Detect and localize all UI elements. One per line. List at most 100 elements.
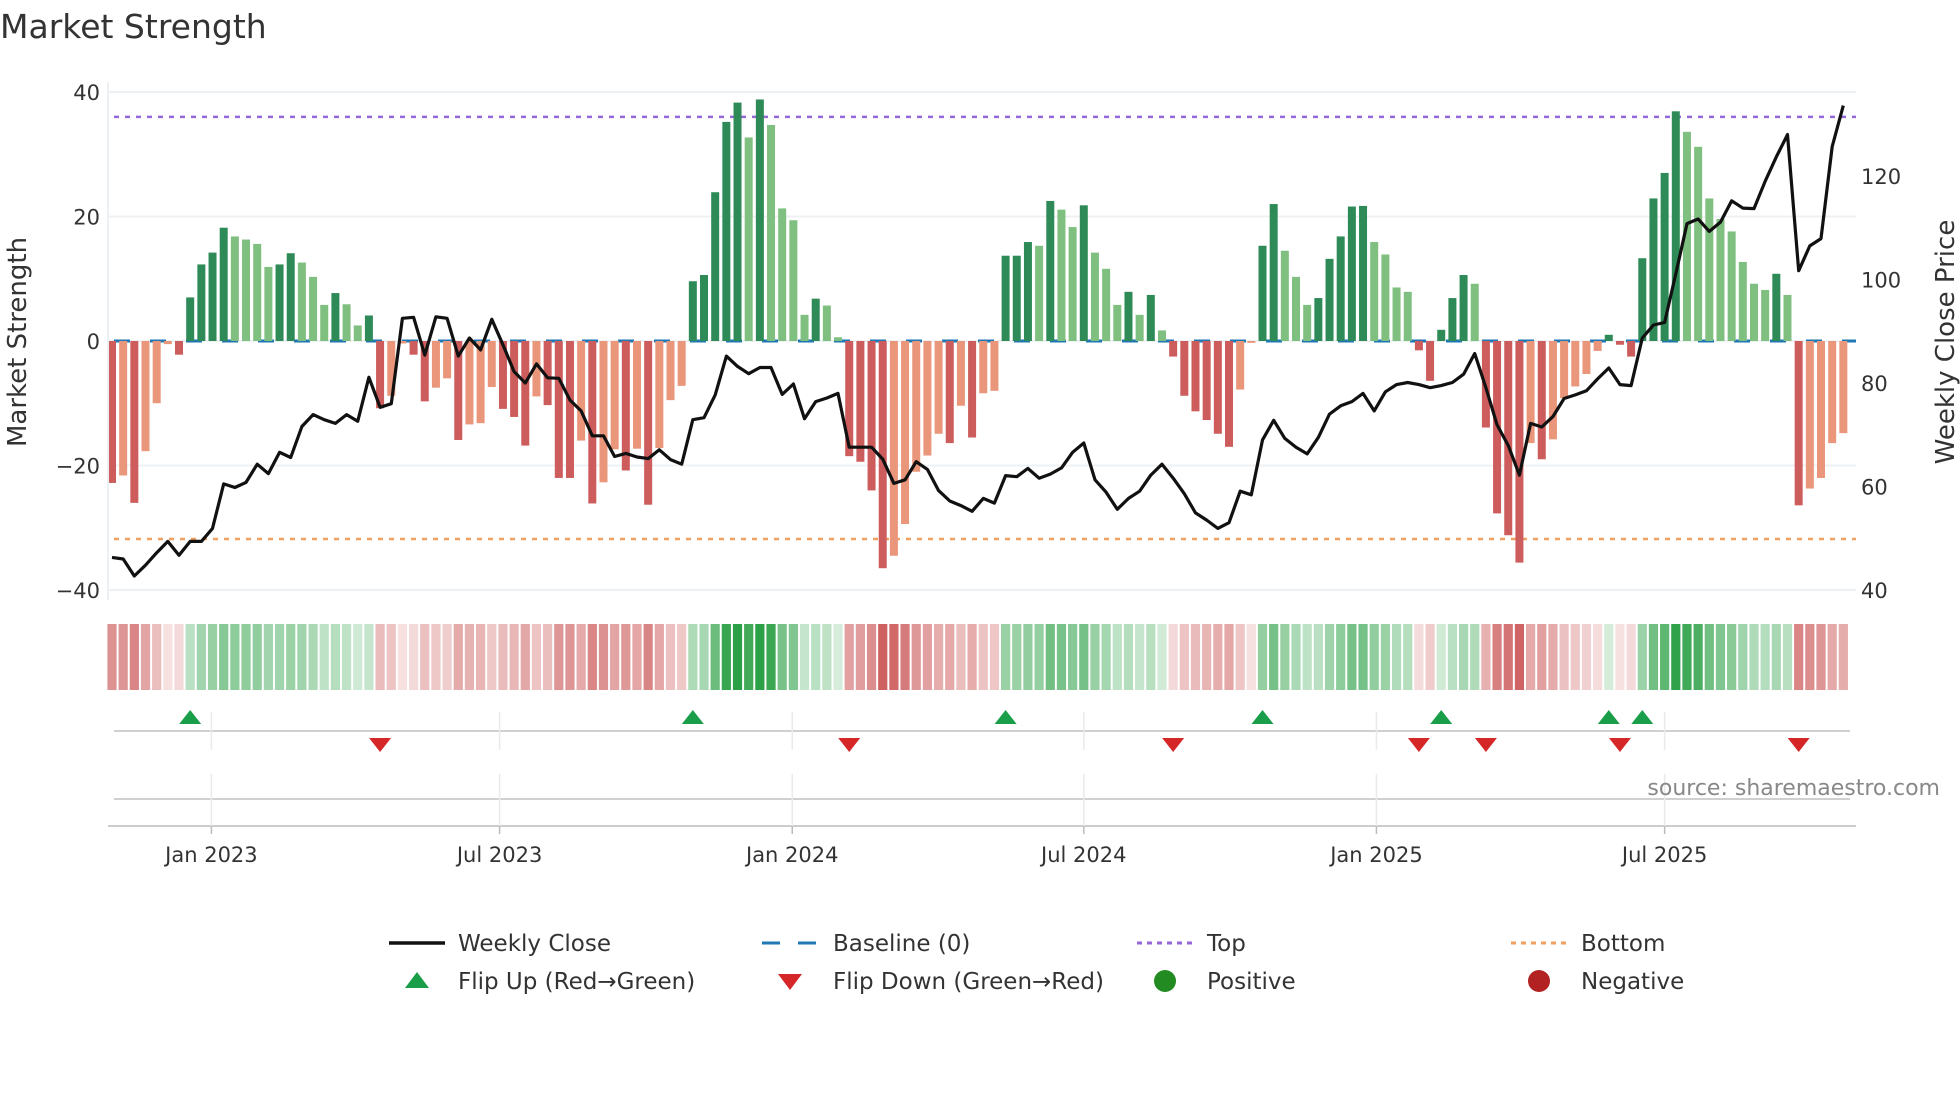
strength-bar xyxy=(1169,341,1178,357)
strip-cell xyxy=(1045,624,1055,690)
strip-cell xyxy=(777,624,787,690)
strip-cell xyxy=(710,624,720,690)
strength-bar xyxy=(364,315,373,341)
x-tick-label: Jul 2025 xyxy=(1620,843,1707,867)
strip-cell xyxy=(1001,624,1011,690)
strip-cell xyxy=(699,624,709,690)
strip-cell xyxy=(1369,624,1379,690)
circle-negative-icon xyxy=(1528,970,1550,992)
chart-title: Market Strength xyxy=(0,7,267,46)
y2-tick-label: 60 xyxy=(1861,476,1888,500)
strength-bar xyxy=(1090,252,1099,341)
strength-bar xyxy=(923,341,932,456)
strip-cell xyxy=(576,624,586,690)
strip-cell xyxy=(397,624,408,690)
strength-bar xyxy=(1392,287,1401,341)
strength-bar xyxy=(744,137,753,341)
strength-bar xyxy=(755,99,764,341)
strip-cell xyxy=(1157,624,1167,690)
strength-bar xyxy=(1102,268,1111,341)
strip-cell xyxy=(967,624,977,690)
strip-cell xyxy=(319,624,329,690)
strength-bar xyxy=(945,341,954,444)
strength-bar xyxy=(1157,330,1166,341)
strip-cell xyxy=(945,624,955,690)
y-tick-label: 20 xyxy=(73,206,100,230)
strength-bar xyxy=(119,341,128,476)
strip-cell xyxy=(487,624,497,690)
strength-bar xyxy=(588,341,597,504)
strength-bar xyxy=(1694,146,1703,341)
y-tick-label: −20 xyxy=(56,455,100,479)
strength-bar xyxy=(1794,341,1803,506)
strip-cell xyxy=(1213,624,1223,690)
strip-cell xyxy=(1660,624,1670,690)
strip-cell xyxy=(442,624,452,690)
strip-cell xyxy=(386,624,396,690)
strip-cell xyxy=(1224,624,1234,690)
strength-bar xyxy=(331,293,340,341)
strength-bar xyxy=(1716,218,1725,341)
strip-cell xyxy=(978,624,988,690)
strength-bar xyxy=(1772,273,1781,341)
strip-cell xyxy=(1715,624,1726,690)
strength-bar xyxy=(632,341,641,449)
strip-cell xyxy=(263,624,273,690)
strip-cell xyxy=(766,624,776,690)
strip-cell xyxy=(163,624,173,690)
strength-bar xyxy=(1057,209,1066,341)
strength-bar xyxy=(700,275,709,341)
strip-cell xyxy=(297,624,307,690)
strip-cell xyxy=(1637,624,1647,690)
flip-up-marker xyxy=(179,710,202,724)
strip-cell xyxy=(744,624,754,690)
strength-bar xyxy=(186,297,195,341)
strip-cell xyxy=(1514,624,1525,690)
strip-cell xyxy=(1425,624,1435,690)
strength-bar xyxy=(1817,341,1826,478)
strip-cell xyxy=(431,624,441,690)
strip-cell xyxy=(989,624,1000,690)
strip-cell xyxy=(1358,624,1368,690)
legend: Weekly Close Baseline (0) Top Bottom Flip Up… xyxy=(389,931,1684,995)
strip-cell xyxy=(1324,624,1335,690)
strip-cell xyxy=(665,624,676,690)
strength-bar xyxy=(834,337,843,341)
strength-bar xyxy=(1012,255,1021,341)
strength-bar xyxy=(1560,341,1569,399)
strength-bar xyxy=(1571,341,1580,387)
strip-cell xyxy=(598,624,609,690)
strip-cell xyxy=(330,624,340,690)
strip-cell xyxy=(1805,624,1815,690)
strength-bar xyxy=(1225,341,1233,447)
strength-bar xyxy=(1035,245,1044,341)
strip-cell xyxy=(1347,624,1357,690)
legend-label: Negative xyxy=(1581,969,1684,995)
strength-bar xyxy=(1638,258,1647,341)
legend-label: Bottom xyxy=(1581,931,1665,957)
strip-cell xyxy=(1391,624,1402,690)
strip-cell xyxy=(152,624,162,690)
strip-cell xyxy=(1112,624,1122,690)
strip-cell xyxy=(956,624,966,690)
strength-bar xyxy=(1370,242,1379,341)
strength-bar xyxy=(275,264,284,341)
strength-bar xyxy=(800,314,809,341)
strength-bar xyxy=(778,208,787,341)
strip-cell xyxy=(1023,624,1033,690)
strip-cell xyxy=(811,624,821,690)
strength-bar xyxy=(711,192,720,341)
strength-bar xyxy=(1258,245,1267,341)
strip-cell xyxy=(554,624,564,690)
axes: 40 20 0 −20 −40 120 100 80 60 40 Jan 2023 Jul 2023 J… xyxy=(56,81,1901,867)
legend-label: Baseline (0) xyxy=(833,931,970,957)
strength-bar xyxy=(1537,341,1546,460)
strength-bar xyxy=(610,341,619,450)
strength-bar xyxy=(889,341,898,556)
strip-cell xyxy=(1838,624,1848,690)
strip-cell xyxy=(822,624,832,690)
strength-bar xyxy=(141,341,150,452)
strength-bar xyxy=(1336,236,1345,341)
strip-cell xyxy=(1827,624,1837,690)
flip-up-marker xyxy=(1251,710,1274,724)
